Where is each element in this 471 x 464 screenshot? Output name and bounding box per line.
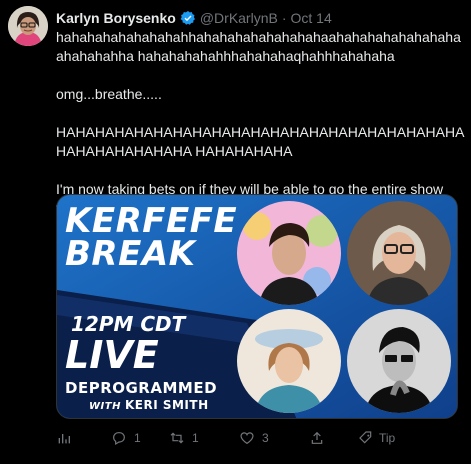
author-avatar-image <box>8 6 48 46</box>
reply-icon <box>113 432 125 446</box>
media-host-name: KERI SMITH <box>124 398 209 412</box>
tweet-text: hahahahahahahahahhahahahahahahahahaahaha… <box>56 28 466 218</box>
guest-portrait-1 <box>237 201 341 305</box>
reply-button[interactable]: 1 <box>111 427 141 449</box>
tip-label: Tip <box>379 431 396 445</box>
tweet-paragraph-2: omg...breathe..... <box>56 86 162 102</box>
retweet-button[interactable]: 1 <box>169 427 199 449</box>
media-host-line: WITH KERI SMITH <box>89 398 209 412</box>
media-title-line-2: BREAK <box>65 234 196 274</box>
media-live: LIVE <box>65 333 159 377</box>
analytics-button[interactable] <box>56 427 72 449</box>
tweet-paragraph-3: HAHAHAHAHAHAHAHAHAHAHAHAHAHAHAHAHAHAHAHA… <box>56 124 465 159</box>
like-button[interactable]: 3 <box>239 427 269 449</box>
like-count: 3 <box>262 431 269 445</box>
header-separator: · <box>281 10 287 26</box>
author-handle[interactable]: @DrKarlynB <box>200 10 278 26</box>
tweet-media-image[interactable]: KERFEFE BREAK 12PM CDT LIVE DEPROGRAMMED… <box>56 194 458 419</box>
tip-icon <box>359 431 372 444</box>
guest-portrait-3 <box>237 309 341 413</box>
reply-count: 1 <box>134 431 141 445</box>
tip-button[interactable]: Tip <box>358 427 395 449</box>
media-show-name: DEPROGRAMMED <box>65 379 218 397</box>
tweet-date[interactable]: Oct 14 <box>291 10 332 26</box>
media-title: KERFEFE BREAK <box>65 204 237 274</box>
tweet-actions: 1 1 3 Tip <box>56 427 466 449</box>
analytics-icon <box>58 434 70 444</box>
share-button[interactable] <box>309 427 325 449</box>
tweet-paragraph-1: hahahahahahahahahhahahahahahahahahaahaha… <box>56 29 461 64</box>
guest-portrait-4 <box>347 309 451 413</box>
tweet-header: Karlyn Borysenko @DrKarlynB · Oct 14 <box>56 8 332 28</box>
retweet-icon <box>170 432 184 444</box>
retweet-count: 1 <box>192 431 199 445</box>
author-avatar[interactable] <box>8 6 48 46</box>
author-name[interactable]: Karlyn Borysenko <box>56 10 176 26</box>
share-icon <box>311 431 323 444</box>
verified-badge-icon <box>180 11 195 25</box>
like-icon <box>240 432 254 445</box>
media-with: WITH <box>89 401 121 412</box>
guest-portrait-2 <box>347 201 451 305</box>
